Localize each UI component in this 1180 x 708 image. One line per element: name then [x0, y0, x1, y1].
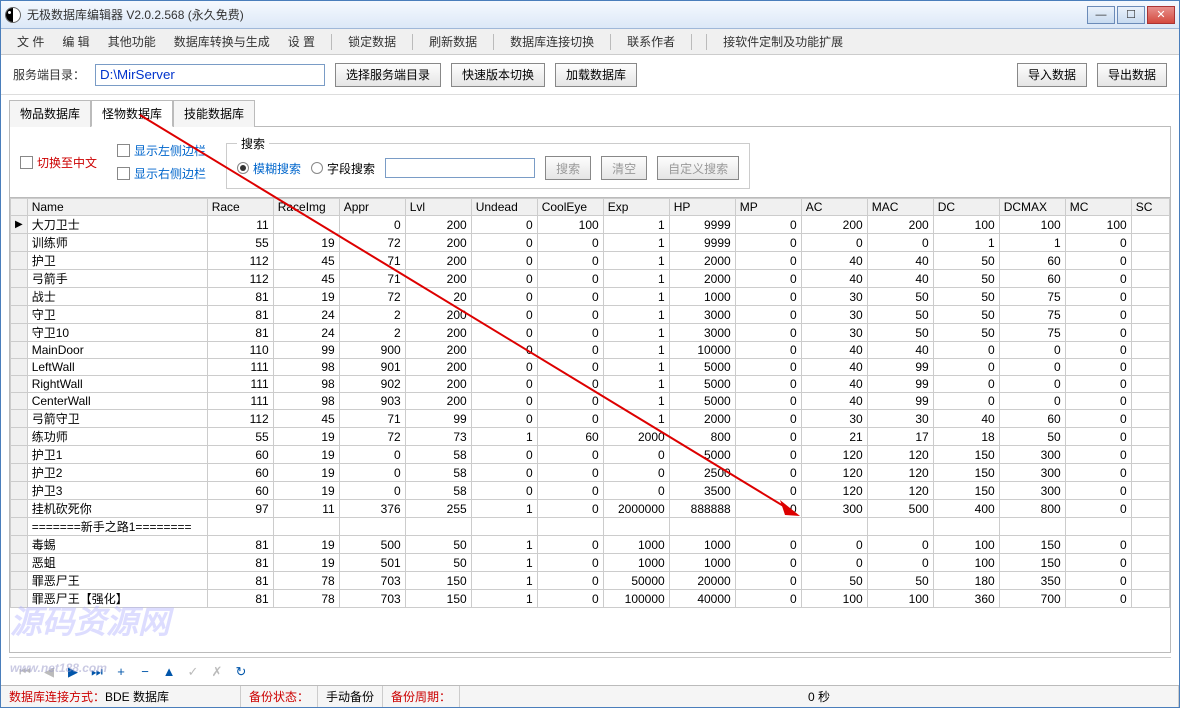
- show-left-checkbox[interactable]: 显示左侧边栏: [117, 142, 206, 159]
- nav-refresh-icon[interactable]: ↻: [233, 664, 249, 680]
- column-header[interactable]: Appr: [339, 199, 405, 216]
- minimize-button[interactable]: —: [1087, 6, 1115, 24]
- column-header[interactable]: Name: [27, 199, 207, 216]
- path-label: 服务端目录：: [13, 66, 85, 83]
- field-search-radio[interactable]: 字段搜索: [311, 160, 375, 177]
- menubar: 文 件编 辑其他功能数据库转换与生成设 置锁定数据刷新数据数据库连接切换联系作者…: [1, 29, 1179, 55]
- nav-edit-icon[interactable]: ▲: [161, 664, 177, 680]
- menu-item[interactable]: 接软件定制及功能扩展: [715, 30, 851, 53]
- table-row[interactable]: LeftWall11198901200001500004099000: [11, 359, 1170, 376]
- toolbar: 服务端目录： 选择服务端目录 快速版本切换 加载数据库 导入数据 导出数据: [1, 55, 1179, 95]
- column-header[interactable]: MC: [1065, 199, 1131, 216]
- table-row[interactable]: 恶蛆81195015010100010000001001500: [11, 554, 1170, 572]
- column-header[interactable]: MP: [735, 199, 801, 216]
- table-row[interactable]: 弓箭守卫11245719900120000303040600: [11, 410, 1170, 428]
- clear-button[interactable]: 清空: [601, 156, 647, 180]
- menu-item[interactable]: 数据库连接切换: [502, 30, 602, 53]
- titlebar: 无极数据库编辑器 V2.0.2.568 (永久免费) — ☐ ✕: [1, 1, 1179, 29]
- nav-add-icon[interactable]: +: [113, 664, 129, 680]
- column-header[interactable]: Exp: [603, 199, 669, 216]
- table-row[interactable]: 罪恶尸王8178703150105000020000050501803500: [11, 572, 1170, 590]
- table-row[interactable]: CenterWall11198903200001500004099000: [11, 393, 1170, 410]
- nav-prev-icon[interactable]: ◀: [41, 664, 57, 680]
- menu-item[interactable]: 联系作者: [619, 30, 683, 53]
- window-title: 无极数据库编辑器 V2.0.2.568 (永久免费): [27, 6, 1087, 23]
- maximize-button[interactable]: ☐: [1117, 6, 1145, 24]
- table-row[interactable]: 护卫36019058000350001201201503000: [11, 482, 1170, 500]
- table-row[interactable]: 守卫8124220000130000305050750: [11, 306, 1170, 324]
- statusbar: 数据库连接方式： BDE 数据库 备份状态： 手动备份 备份周期： 0 秒: [1, 685, 1179, 707]
- nav-cancel-icon[interactable]: ✗: [209, 664, 225, 680]
- table-row[interactable]: RightWall11198902200001500004099000: [11, 376, 1170, 393]
- switch-cn-checkbox[interactable]: 切换至中文: [20, 154, 97, 171]
- table-row[interactable]: 挂机砍死你97113762551020000008888880300500400…: [11, 500, 1170, 518]
- table-row[interactable]: 罪恶尸王【强化】81787031501010000040000010010036…: [11, 590, 1170, 608]
- menu-item[interactable]: 其他功能: [100, 30, 164, 53]
- menu-item[interactable]: 设 置: [280, 30, 323, 53]
- menu-item[interactable]: 锁定数据: [340, 30, 404, 53]
- column-header[interactable]: DCMAX: [999, 199, 1065, 216]
- close-button[interactable]: ✕: [1147, 6, 1175, 24]
- column-header[interactable]: Lvl: [405, 199, 471, 216]
- column-header[interactable]: Race: [207, 199, 273, 216]
- table-row[interactable]: 护卫112457120000120000404050600: [11, 252, 1170, 270]
- timer-value: 0 秒: [808, 688, 830, 705]
- show-right-checkbox[interactable]: 显示右侧边栏: [117, 165, 206, 182]
- table-row[interactable]: 毒蜴81195005010100010000001001500: [11, 536, 1170, 554]
- table-row[interactable]: =======新手之路1========: [11, 518, 1170, 536]
- tab[interactable]: 物品数据库: [9, 100, 91, 127]
- nav-post-icon[interactable]: ✓: [185, 664, 201, 680]
- tab[interactable]: 技能数据库: [173, 100, 255, 127]
- nav-first-icon[interactable]: ⏮: [17, 664, 33, 680]
- table-row[interactable]: 战士8119722000110000305050750: [11, 288, 1170, 306]
- quick-switch-button[interactable]: 快速版本切换: [451, 63, 545, 87]
- table-row[interactable]: 练功师5519727316020008000211718500: [11, 428, 1170, 446]
- server-path-input[interactable]: [95, 64, 325, 86]
- menu-item[interactable]: 文 件: [9, 30, 52, 53]
- column-header[interactable]: CoolEye: [537, 199, 603, 216]
- column-header[interactable]: RaceImg: [273, 199, 339, 216]
- column-header[interactable]: Undead: [471, 199, 537, 216]
- search-group: 搜索 模糊搜索 字段搜索 搜索 清空 自定义搜索: [226, 135, 750, 189]
- app-icon: [5, 7, 21, 23]
- table-row[interactable]: MainDoor110999002000011000004040000: [11, 342, 1170, 359]
- export-button[interactable]: 导出数据: [1097, 63, 1167, 87]
- backup-period-label: 备份周期：: [391, 688, 451, 705]
- menu-item[interactable]: 编 辑: [54, 30, 97, 53]
- nav-delete-icon[interactable]: −: [137, 664, 153, 680]
- data-grid[interactable]: NameRaceRaceImgApprLvlUndeadCoolEyeExpHP…: [10, 197, 1170, 652]
- conn-value: BDE 数据库: [105, 688, 169, 705]
- table-row[interactable]: 护卫16019058000500001201201503000: [11, 446, 1170, 464]
- tab[interactable]: 怪物数据库: [91, 100, 173, 127]
- table-row[interactable]: 训练师5519722000019999000110: [11, 234, 1170, 252]
- conn-label: 数据库连接方式：: [9, 688, 105, 705]
- choose-dir-button[interactable]: 选择服务端目录: [335, 63, 441, 87]
- menu-item[interactable]: 刷新数据: [421, 30, 485, 53]
- backup-state-value: 手动备份: [326, 688, 374, 705]
- column-header[interactable]: SC: [1131, 199, 1169, 216]
- table-row[interactable]: 守卫108124220000130000305050750: [11, 324, 1170, 342]
- table-row[interactable]: 护卫26019058000250001201201503000: [11, 464, 1170, 482]
- backup-state-label: 备份状态：: [249, 688, 309, 705]
- load-db-button[interactable]: 加载数据库: [555, 63, 637, 87]
- column-header[interactable]: AC: [801, 199, 867, 216]
- table-row[interactable]: 弓箭手112457120000120000404050600: [11, 270, 1170, 288]
- column-header[interactable]: HP: [669, 199, 735, 216]
- tabs: 物品数据库怪物数据库技能数据库: [1, 95, 1179, 126]
- column-header[interactable]: DC: [933, 199, 999, 216]
- content-pane: 切换至中文 显示左侧边栏 显示右侧边栏 搜索 模糊搜索: [9, 126, 1171, 653]
- fuzzy-search-radio[interactable]: 模糊搜索: [237, 160, 301, 177]
- nav-next-icon[interactable]: ▶: [65, 664, 81, 680]
- import-button[interactable]: 导入数据: [1017, 63, 1087, 87]
- search-button[interactable]: 搜索: [545, 156, 591, 180]
- custom-search-button[interactable]: 自定义搜索: [657, 156, 739, 180]
- table-row[interactable]: ▶大刀卫士1102000100199990200200100100100: [11, 216, 1170, 234]
- search-input[interactable]: [385, 158, 535, 178]
- record-nav-toolbar: ⏮ ◀ ▶ ⏭ + − ▲ ✓ ✗ ↻: [9, 657, 1171, 685]
- menu-item[interactable]: 数据库转换与生成: [166, 30, 278, 53]
- nav-last-icon[interactable]: ⏭: [89, 664, 105, 680]
- column-header[interactable]: MAC: [867, 199, 933, 216]
